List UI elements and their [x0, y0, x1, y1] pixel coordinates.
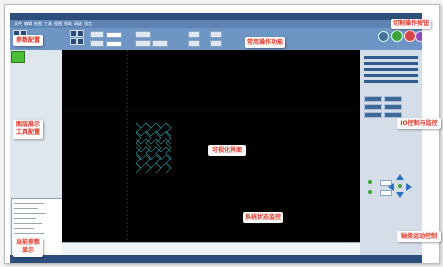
screenshot-frame: 文件 编辑 绘图 工具 视图 帮助 高级 语言 参数配置 常用操作功能 切割操作… [4, 4, 441, 264]
callout-current-params-line1: 当前参数 [15, 239, 40, 246]
right-control-panel [360, 50, 422, 255]
callout-layer-tools-line1: 图层展示 [15, 121, 40, 128]
status-led-icon [368, 190, 372, 194]
select-icon[interactable] [70, 30, 77, 37]
io-button[interactable] [364, 96, 382, 102]
callout-common-ops: 常用操作功能 [245, 37, 285, 48]
callout-cut-buttons: 切割操作按钮 [391, 19, 431, 29]
callout-visual: 可视化界面 [208, 145, 246, 156]
status-bar [10, 255, 422, 263]
toolbar-button[interactable] [210, 40, 222, 47]
io-button[interactable] [364, 104, 382, 110]
toolbar-button[interactable] [188, 31, 200, 38]
callout-current-params: 当前参数 显示 [13, 238, 43, 257]
callout-status-monitor: 系统状态监控 [243, 212, 283, 223]
menu-draw[interactable]: 绘图 [34, 21, 42, 27]
line-icon[interactable] [77, 30, 84, 37]
callout-params: 参数配置 [13, 35, 43, 46]
menu-tools[interactable]: 工具 [44, 21, 52, 27]
toolbar-button[interactable] [210, 31, 222, 38]
toolbar-button[interactable] [152, 40, 168, 47]
io-row[interactable] [364, 68, 418, 71]
part-lattice [135, 122, 172, 174]
io-row[interactable] [364, 62, 418, 65]
menu-advanced[interactable]: 高级 [74, 21, 82, 27]
callout-io-control: IO控制与监控 [397, 118, 441, 129]
axis-home-icon[interactable] [398, 184, 402, 188]
toolbar-button[interactable] [135, 40, 151, 47]
rect-icon[interactable] [77, 38, 84, 45]
layer-panel [10, 50, 63, 256]
layer-swatch[interactable] [11, 51, 25, 63]
arc-icon[interactable] [70, 38, 77, 45]
app-window: 文件 编辑 绘图 工具 视图 帮助 高级 语言 [10, 13, 422, 263]
toolbar [10, 28, 422, 50]
menu-edit[interactable]: 编辑 [24, 21, 32, 27]
io-row[interactable] [364, 80, 418, 83]
toolbar-button[interactable] [90, 31, 104, 38]
callout-axis-control: 轴类运动控制 [397, 231, 441, 242]
refresh-icon[interactable] [378, 31, 389, 42]
callout-layer-tools: 图层展示 工具配置 [13, 120, 43, 139]
io-button[interactable] [384, 96, 402, 102]
io-button[interactable] [364, 112, 382, 118]
toolbar-button[interactable] [188, 40, 200, 47]
axis-right-icon[interactable] [406, 183, 412, 191]
menu-language[interactable]: 语言 [84, 21, 92, 27]
io-row[interactable] [364, 74, 418, 77]
menu-help[interactable]: 帮助 [64, 21, 72, 27]
callout-current-params-line2: 显示 [21, 247, 34, 254]
title-bar [10, 13, 422, 20]
status-led-icon [368, 180, 372, 184]
toolbar-button[interactable] [135, 31, 151, 38]
axis-up-icon[interactable] [396, 174, 404, 180]
toolbar-field[interactable] [106, 41, 122, 47]
menu-bar: 文件 编辑 绘图 工具 视图 帮助 高级 语言 [10, 20, 422, 28]
axis-down-icon[interactable] [396, 192, 404, 198]
io-row[interactable] [364, 56, 418, 59]
start-cut-button[interactable] [391, 30, 403, 42]
axis-left-icon[interactable] [388, 183, 394, 191]
menu-view[interactable]: 视图 [54, 21, 62, 27]
callout-layer-tools-line2: 工具配置 [15, 129, 40, 136]
stop-button[interactable] [415, 31, 422, 42]
toolbar-field[interactable] [106, 32, 122, 38]
status-monitor-area [62, 242, 360, 256]
toolbar-button[interactable] [90, 40, 104, 47]
menu-file[interactable]: 文件 [14, 21, 22, 27]
io-button[interactable] [384, 104, 402, 110]
